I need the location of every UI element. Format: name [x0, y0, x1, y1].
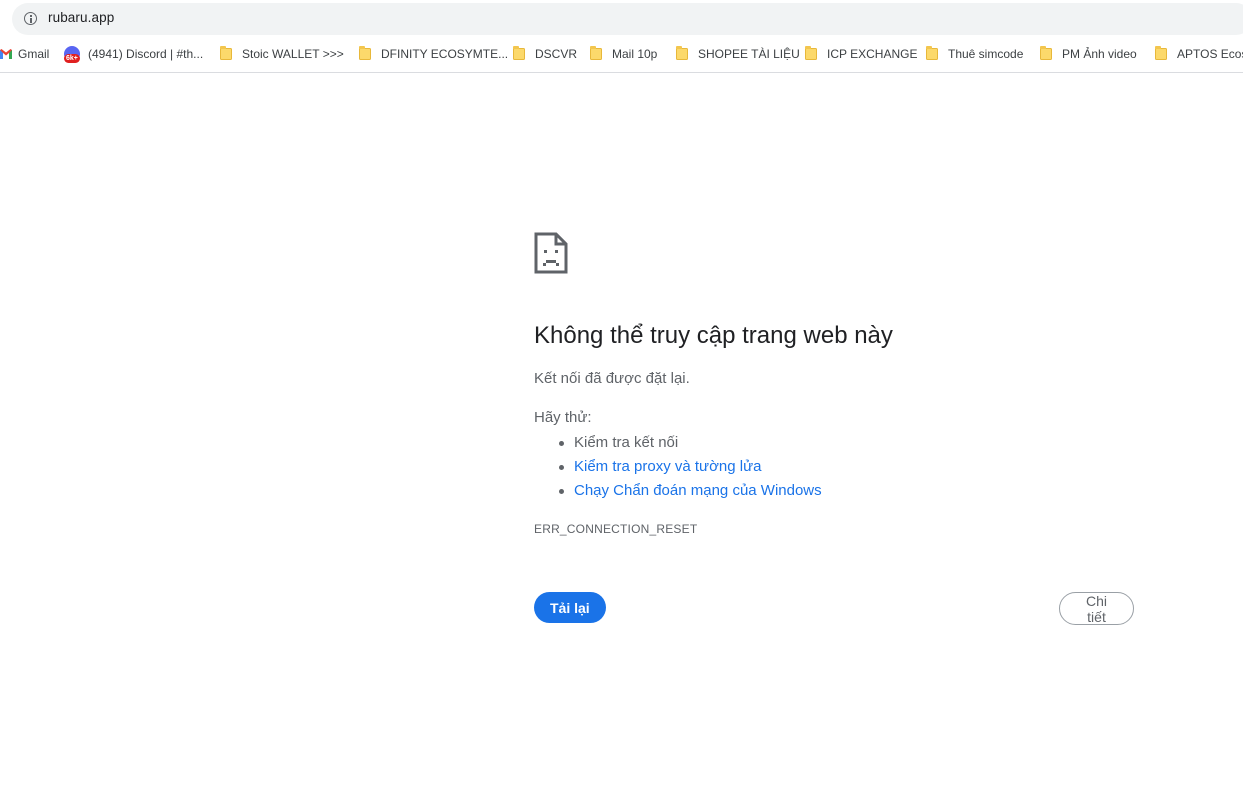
- bookmark-gmail[interactable]: Gmail: [0, 44, 49, 64]
- folder-icon: [220, 46, 232, 60]
- gmail-icon: [0, 49, 12, 59]
- suggestion-list: Kiểm tra kết nối Kiểm tra proxy và tường…: [534, 432, 822, 504]
- bookmark-label: Mail 10p: [612, 47, 658, 61]
- folder-icon: [805, 46, 817, 60]
- bookmark-label: Gmail: [18, 47, 50, 61]
- bookmark-folder[interactable]: DSCVR: [513, 44, 577, 64]
- discord-icon: 6k+: [64, 46, 80, 63]
- error-heading: Không thể truy cập trang web này: [534, 322, 893, 349]
- browser-chrome: rubaru.app Gmail 6k+ (4941) Discord | #t…: [0, 0, 1243, 73]
- bookmark-label: PM Ảnh video: [1062, 47, 1137, 61]
- bookmark-folder[interactable]: Mail 10p: [590, 44, 657, 64]
- bookmark-label: ICP EXCHANGE: [827, 47, 918, 61]
- folder-icon: [1040, 46, 1052, 60]
- reload-button[interactable]: Tải lại: [534, 592, 606, 623]
- bookmark-label: APTOS Ecosy: [1177, 47, 1243, 61]
- address-bar[interactable]: rubaru.app: [12, 3, 1243, 35]
- bookmark-label: DSCVR: [535, 47, 578, 61]
- folder-icon: [926, 46, 938, 60]
- bookmark-label: DFINITY ECOSYMTE...: [381, 47, 509, 61]
- bookmarks-bar: Gmail 6k+ (4941) Discord | #th... Stoic …: [0, 44, 1243, 64]
- try-label: Hãy thử:: [534, 409, 592, 426]
- bookmark-folder[interactable]: PM Ảnh video: [1040, 44, 1137, 64]
- error-code: ERR_CONNECTION_RESET: [534, 522, 698, 536]
- folder-icon: [590, 46, 602, 60]
- bookmark-folder[interactable]: APTOS Ecosy: [1155, 44, 1243, 64]
- details-button[interactable]: Chi tiết: [1059, 592, 1134, 625]
- error-subtext: Kết nối đã được đặt lại.: [534, 370, 690, 387]
- bookmark-folder[interactable]: ICP EXCHANGE: [805, 44, 917, 64]
- notification-badge: 6k+: [64, 54, 80, 63]
- suggestion-check-connection: Kiểm tra kết nối: [559, 432, 822, 456]
- folder-icon: [359, 46, 371, 60]
- bookmark-folder[interactable]: SHOPEE TÀI LIỆU: [676, 44, 800, 64]
- bookmark-label: Thuê simcode: [948, 47, 1024, 61]
- bookmark-folder[interactable]: Thuê simcode: [926, 44, 1023, 64]
- bookmark-folder[interactable]: Stoic WALLET >>>: [220, 44, 344, 64]
- bookmark-discord[interactable]: 6k+ (4941) Discord | #th...: [64, 44, 203, 64]
- info-icon[interactable]: [24, 12, 37, 25]
- bookmark-label: Stoic WALLET >>>: [242, 47, 344, 61]
- folder-icon: [1155, 46, 1167, 60]
- suggestion-run-diagnostics-link[interactable]: Chạy Chẩn đoán mạng của Windows: [559, 480, 822, 504]
- folder-icon: [676, 46, 688, 60]
- bookmark-label: (4941) Discord | #th...: [88, 47, 204, 61]
- bookmark-label: SHOPEE TÀI LIỆU: [698, 47, 800, 61]
- url-text[interactable]: rubaru.app: [48, 10, 114, 25]
- suggestion-check-proxy-link[interactable]: Kiểm tra proxy và tường lửa: [559, 456, 822, 480]
- folder-icon: [513, 46, 525, 60]
- bookmark-folder[interactable]: DFINITY ECOSYMTE...: [359, 44, 508, 64]
- sad-page-icon: [534, 232, 568, 274]
